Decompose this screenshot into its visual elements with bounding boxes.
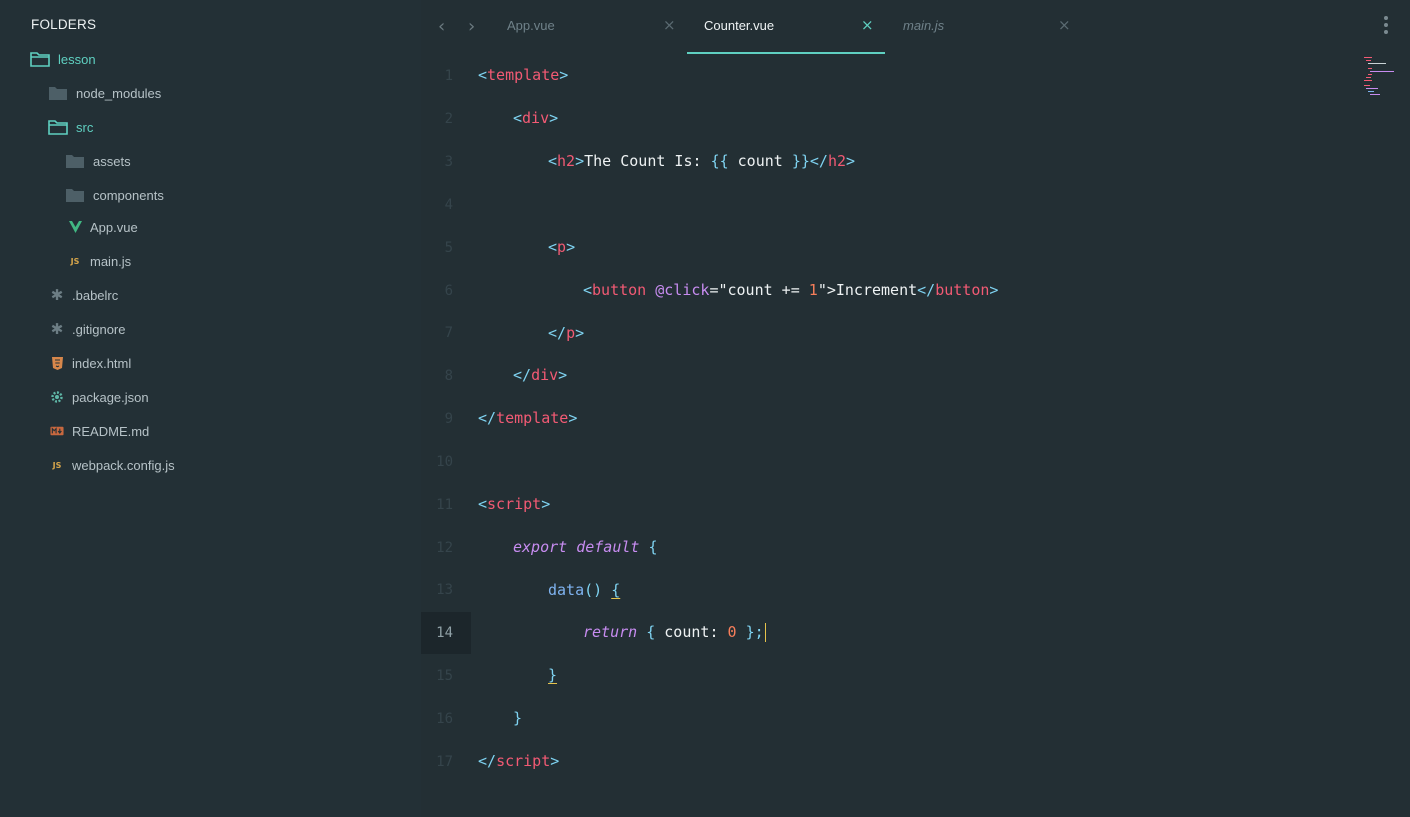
tree-item-label: src [76,119,94,135]
markdown-icon [50,426,64,436]
tree-item-babelrc[interactable]: ✱ .babelrc [50,284,119,306]
folder-icon [48,85,68,101]
line-number: 13 [436,582,453,598]
tab-app-vue[interactable]: App.vue × [507,0,677,54]
close-icon[interactable]: × [861,16,874,34]
forward-arrow-icon[interactable]: › [468,16,475,37]
code-line-3[interactable]: <h2>The Count Is: {{ count }}</h2> [548,152,855,170]
code-line-16[interactable]: } [513,709,522,727]
tree-item-label: README.md [72,423,150,439]
asterisk-icon: ✱ [50,321,64,338]
back-arrow-icon[interactable]: ‹ [438,16,445,37]
line-number: 7 [444,325,453,341]
folder-icon [65,187,85,203]
code-line-5[interactable]: <p> [548,238,575,256]
code-line-8[interactable]: </div> [513,366,567,384]
code-line-13[interactable]: data() { [548,581,620,599]
line-number: 11 [436,497,453,513]
tree-item-assets[interactable]: assets [65,150,131,172]
tree-item-label: main.js [90,253,132,269]
tab-bar: ‹ › App.vue × Counter.vue × main.js × [421,0,1410,54]
more-options-icon[interactable] [1384,16,1390,37]
tree-item-components[interactable]: components [65,184,164,206]
tree-item-index-html[interactable]: index.html [50,352,131,374]
tree-item-label: index.html [72,355,132,371]
tree-item-label: webpack.config.js [72,457,175,473]
line-number: 2 [444,111,453,127]
tree-item-label: App.vue [90,219,138,235]
line-number: 4 [444,197,453,213]
tab-label: main.js [903,18,945,33]
tree-item-readme[interactable]: README.md [50,420,149,442]
tree-item-label: lesson [58,51,96,67]
tab-counter-vue[interactable]: Counter.vue × [687,0,885,54]
close-icon[interactable]: × [663,16,676,34]
tree-item-package-json[interactable]: package.json [50,386,149,408]
tree-item-label: package.json [72,389,149,405]
line-number: 10 [436,454,453,470]
code-line-9[interactable]: </template> [478,409,577,427]
folder-open-icon [30,51,50,67]
line-number: 16 [436,711,453,727]
sidebar: FOLDERS lesson node_modules src assets c… [0,0,421,817]
tree-item-node-modules[interactable]: node_modules [48,82,161,104]
asterisk-icon: ✱ [50,287,64,304]
code-line-6[interactable]: <button @click="count += 1">Increment</b… [583,281,998,299]
line-number: 8 [444,368,453,384]
minimap[interactable] [1362,57,1394,97]
code-line-2[interactable]: <div> [513,109,558,127]
tree-item-lesson[interactable]: lesson [30,48,96,70]
tree-item-label: assets [93,153,131,169]
tree-item-label: components [93,187,164,203]
active-tab-indicator [687,52,885,54]
html5-icon [50,356,64,370]
line-number: 1 [444,68,453,84]
js-icon: JS [52,460,62,470]
code-line-7[interactable]: </p> [548,324,584,342]
code-line-14[interactable]: return { count: 0 }; [583,623,766,642]
line-number: 6 [444,283,453,299]
line-number: 15 [436,668,453,684]
tree-item-main-js[interactable]: JS main.js [68,250,132,272]
tree-item-src[interactable]: src [48,116,93,138]
folder-open-icon [48,119,68,135]
tab-label: App.vue [507,18,555,33]
line-number: 9 [444,411,453,427]
tree-item-label: .gitignore [72,321,126,337]
code-line-17[interactable]: </script> [478,752,559,770]
code-line-1[interactable]: <template> [478,66,568,84]
tree-item-gitignore[interactable]: ✱ .gitignore [50,318,126,340]
close-icon[interactable]: × [1058,16,1071,34]
line-number: 17 [436,754,453,770]
line-number: 3 [444,154,453,170]
line-number: 12 [436,540,453,556]
code-line-11[interactable]: <script> [478,495,550,513]
line-number: 5 [444,240,453,256]
tab-main-js[interactable]: main.js × [903,0,1073,54]
sidebar-title: FOLDERS [31,17,97,32]
code-line-15[interactable]: } [548,666,557,684]
vue-icon [68,221,82,233]
folder-icon [65,153,85,169]
tree-item-webpack-config[interactable]: JS webpack.config.js [50,454,175,476]
line-number-current: 14 [436,625,453,641]
tree-item-app-vue[interactable]: App.vue [68,216,138,238]
tree-item-label: .babelrc [72,287,119,303]
js-icon: JS [70,256,80,266]
code-line-12[interactable]: export default { [513,538,658,556]
tab-label: Counter.vue [704,18,775,33]
text-cursor [764,623,766,642]
gear-icon [50,390,64,404]
tree-item-label: node_modules [76,85,162,101]
